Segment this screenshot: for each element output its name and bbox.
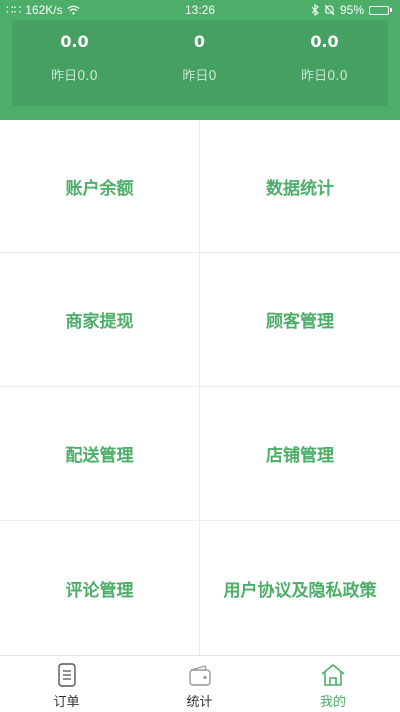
status-bar: ∷∷ 162K/s 13:26 95% [0, 0, 400, 22]
tab-label: 统计 [186, 695, 213, 710]
stats-card: 0.0 昨日0.0 0 昨日0 0.0 昨日0.0 [12, 20, 388, 106]
battery-icon [369, 5, 392, 15]
stat-3: 0.0 昨日0.0 [262, 20, 387, 106]
tab-label: 我的 [319, 695, 346, 710]
stat-1: 0.0 昨日0.0 [12, 20, 137, 106]
menu-grid: 账户余额 数据统计 商家提现 顾客管理 配送管理 店铺管理 评论管理 用户协议及… [0, 120, 400, 655]
tab-statistics[interactable]: 统计 [133, 656, 266, 712]
menu-delivery-management[interactable]: 配送管理 [0, 387, 200, 521]
bell-mute-icon [324, 4, 335, 16]
stat-value: 0.0 [310, 32, 339, 51]
bottom-tab-bar: 订单 统计 我的 [0, 655, 400, 711]
menu-customer-management[interactable]: 顾客管理 [200, 253, 400, 387]
menu-data-statistics[interactable]: 数据统计 [200, 120, 400, 253]
stat-2: 0 昨日0 [137, 20, 262, 106]
bluetooth-icon [311, 4, 319, 16]
stat-yesterday: 昨日0.0 [301, 69, 348, 84]
menu-store-management[interactable]: 店铺管理 [200, 387, 400, 521]
document-icon [57, 663, 76, 687]
menu-merchant-withdrawal[interactable]: 商家提现 [0, 253, 200, 387]
menu-review-management[interactable]: 评论管理 [0, 521, 200, 655]
status-right: 95% [311, 3, 392, 17]
wallet-icon [188, 665, 211, 686]
stat-value: 0 [193, 32, 206, 51]
menu-account-balance[interactable]: 账户余额 [0, 120, 200, 253]
stat-yesterday: 昨日0 [182, 69, 217, 84]
stat-value: 0.0 [60, 32, 89, 51]
battery-percent: 95% [339, 3, 364, 17]
menu-user-agreement-privacy[interactable]: 用户协议及隐私政策 [200, 521, 400, 655]
header: ∷∷ 162K/s 13:26 95% 0.0 昨日0.0 0 昨日0 0.0 … [0, 0, 400, 120]
home-icon [321, 664, 345, 686]
tab-label: 订单 [53, 695, 80, 710]
tab-mine[interactable]: 我的 [266, 656, 400, 712]
tab-orders[interactable]: 订单 [0, 656, 133, 712]
stat-yesterday: 昨日0.0 [51, 69, 98, 84]
